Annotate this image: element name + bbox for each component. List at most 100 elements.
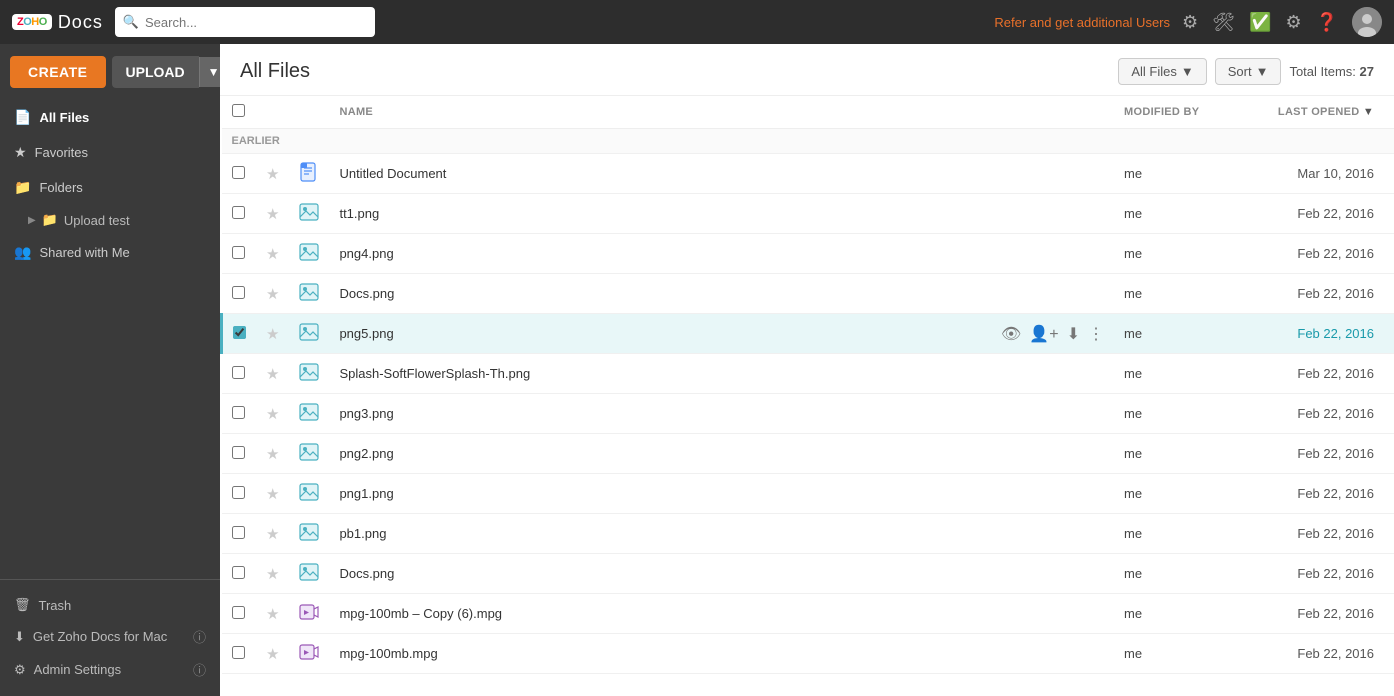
last-opened-cell: Feb 22, 2016: [1254, 594, 1394, 634]
search-input[interactable]: [145, 15, 367, 30]
sidebar-item-trash[interactable]: 🗑 Trash: [14, 590, 206, 620]
help-icon[interactable]: ❓: [1316, 12, 1338, 33]
star-icon[interactable]: ★: [266, 406, 279, 423]
preview-icon[interactable]: 👁: [1001, 324, 1021, 344]
upload-dropdown-button[interactable]: ▼: [199, 57, 220, 87]
row-checkbox[interactable]: [232, 526, 245, 539]
sort-chevron-icon: ▼: [1256, 64, 1269, 79]
name-column-header[interactable]: NAME: [329, 96, 1114, 129]
tasks-icon[interactable]: ✅: [1249, 12, 1271, 33]
file-name[interactable]: png2.png: [339, 446, 393, 461]
create-button[interactable]: CREATE: [10, 56, 106, 88]
sidebar-item-get-docs-mac[interactable]: ⬇ Get Zoho Docs for Mac ⓘ: [14, 620, 206, 653]
shared-icon: 👥: [14, 244, 31, 261]
star-icon[interactable]: ★: [266, 566, 279, 583]
row-checkbox[interactable]: [232, 486, 245, 499]
sidebar-item-favorites[interactable]: ★ Favorites: [0, 135, 220, 170]
row-checkbox[interactable]: [232, 166, 245, 179]
star-icon[interactable]: ★: [266, 166, 279, 183]
filter-button[interactable]: All Files ▼: [1118, 58, 1206, 85]
star-icon[interactable]: ★: [266, 206, 279, 223]
sidebar-buttons: CREATE UPLOAD ▼: [0, 44, 220, 96]
upload-button-wrap: UPLOAD ▼: [112, 56, 220, 88]
row-checkbox-cell: [222, 354, 257, 394]
file-name[interactable]: png5.png: [339, 326, 393, 341]
file-name[interactable]: Docs.png: [339, 286, 394, 301]
sidebar-item-upload-test[interactable]: ▶ 📁 Upload test: [0, 205, 220, 235]
modified-by-cell: me: [1114, 474, 1254, 514]
sidebar-item-shared-with-me[interactable]: 👥 Shared with Me: [0, 235, 220, 270]
upload-button[interactable]: UPLOAD: [112, 56, 199, 88]
file-name[interactable]: mpg-100mb – Copy (6).mpg: [339, 606, 502, 621]
last-opened-cell: Feb 22, 2016: [1254, 194, 1394, 234]
last-opened-cell: Feb 22, 2016: [1254, 514, 1394, 554]
star-icon[interactable]: ★: [266, 326, 279, 343]
info-icon-get-docs[interactable]: ⓘ: [193, 627, 206, 646]
admin-icon: ⚙: [14, 662, 26, 678]
row-actions: 👁 👤+ ⬇ ⋮: [1001, 324, 1104, 344]
apps-icon[interactable]: 🛠: [1212, 12, 1235, 33]
star-icon[interactable]: ★: [266, 526, 279, 543]
file-name[interactable]: pb1.png: [339, 526, 386, 541]
table-row: ★ Splash-SoftFlowerSplash-Th.png me Feb …: [222, 354, 1394, 394]
star-icon[interactable]: ★: [266, 446, 279, 463]
last-opened-value: Feb 22, 2016: [1297, 486, 1374, 501]
file-name[interactable]: Docs.png: [339, 566, 394, 581]
file-name[interactable]: Splash-SoftFlowerSplash-Th.png: [339, 366, 530, 381]
row-checkbox[interactable]: [233, 326, 246, 339]
modified-by-cell: me: [1114, 514, 1254, 554]
download-icon[interactable]: ⬇: [1067, 324, 1080, 344]
file-name[interactable]: png4.png: [339, 246, 393, 261]
row-file-icon-cell: [289, 434, 329, 474]
modified-by-value: me: [1124, 486, 1142, 501]
file-name[interactable]: tt1.png: [339, 206, 379, 221]
file-name-cell: png4.png: [329, 234, 1114, 274]
notifications-icon[interactable]: ⚙: [1182, 12, 1198, 33]
last-opened-column-header[interactable]: LAST OPENED ▼: [1254, 96, 1394, 129]
row-checkbox-cell: [222, 314, 257, 354]
sidebar-footer: 🗑 Trash ⬇ Get Zoho Docs for Mac ⓘ ⚙ Admi…: [0, 579, 220, 696]
file-name[interactable]: png3.png: [339, 406, 393, 421]
row-checkbox-cell: [222, 434, 257, 474]
info-icon-admin[interactable]: ⓘ: [193, 660, 206, 679]
select-all-header[interactable]: [222, 96, 257, 129]
modified-by-cell: me: [1114, 194, 1254, 234]
sidebar-item-folders[interactable]: 📁 Folders: [0, 170, 220, 205]
star-icon[interactable]: ★: [266, 646, 279, 663]
row-file-icon-cell: [289, 634, 329, 674]
star-icon[interactable]: ★: [266, 486, 279, 503]
sort-button[interactable]: Sort ▼: [1215, 58, 1282, 85]
avatar[interactable]: [1352, 7, 1382, 37]
row-checkbox[interactable]: [232, 446, 245, 459]
refer-link[interactable]: Refer and get additional Users: [994, 15, 1170, 30]
row-checkbox[interactable]: [232, 366, 245, 379]
star-icon[interactable]: ★: [266, 366, 279, 383]
content-area: All Files All Files ▼ Sort ▼ Total Items…: [220, 44, 1394, 696]
sidebar-item-trash-label: Trash: [39, 598, 72, 613]
content-header: All Files All Files ▼ Sort ▼ Total Items…: [220, 44, 1394, 96]
row-file-icon-cell: [289, 194, 329, 234]
file-name[interactable]: mpg-100mb.mpg: [339, 646, 437, 661]
select-all-checkbox[interactable]: [232, 104, 245, 117]
table-row: ★ tt1.png me Feb 22, 2016: [222, 194, 1394, 234]
search-bar[interactable]: 🔍: [115, 7, 375, 37]
row-checkbox[interactable]: [232, 606, 245, 619]
row-checkbox[interactable]: [232, 406, 245, 419]
sidebar-item-all-files[interactable]: 📄 All Files: [0, 100, 220, 135]
table-row: ★ png4.png me Feb 22, 2016: [222, 234, 1394, 274]
star-icon[interactable]: ★: [266, 286, 279, 303]
row-checkbox[interactable]: [232, 646, 245, 659]
share-icon[interactable]: 👤+: [1029, 324, 1058, 344]
settings-icon[interactable]: ⚙: [1285, 12, 1301, 33]
more-icon[interactable]: ⋮: [1088, 324, 1104, 344]
total-items: Total Items: 27: [1289, 64, 1374, 79]
row-checkbox[interactable]: [232, 286, 245, 299]
file-name[interactable]: png1.png: [339, 486, 393, 501]
row-checkbox[interactable]: [232, 246, 245, 259]
sidebar-item-admin-settings[interactable]: ⚙ Admin Settings ⓘ: [14, 653, 206, 686]
file-name[interactable]: Untitled Document: [339, 166, 446, 181]
star-icon[interactable]: ★: [266, 606, 279, 623]
row-checkbox[interactable]: [232, 206, 245, 219]
star-icon[interactable]: ★: [266, 246, 279, 263]
row-checkbox[interactable]: [232, 566, 245, 579]
